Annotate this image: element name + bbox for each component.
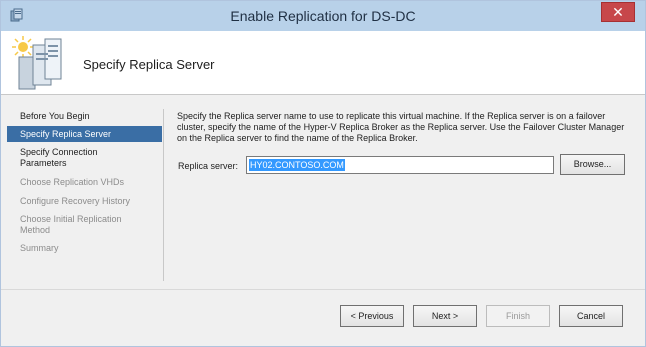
nav-item-summary: Summary: [20, 243, 59, 253]
window-title: Enable Replication for DS-DC: [230, 8, 416, 24]
wizard-header: Specify Replica Server: [1, 31, 645, 94]
header-divider: [1, 94, 645, 95]
nav-item-configure-recovery-history: Configure Recovery History: [20, 196, 131, 206]
next-button[interactable]: Next >: [413, 305, 477, 327]
replica-server-value: HY02.CONTOSO.COM: [249, 159, 345, 171]
replica-server-label: Replica server:: [178, 161, 239, 171]
nav-item-before-you-begin[interactable]: Before You Begin: [7, 111, 162, 122]
page-title: Specify Replica Server: [83, 57, 215, 72]
wizard-steps-nav: Before You Begin Specify Replica Server …: [7, 109, 164, 281]
replica-server-input[interactable]: HY02.CONTOSO.COM: [246, 156, 554, 174]
nav-item-choose-replication-vhds: Choose Replication VHDs: [20, 177, 125, 187]
server-wizard-icon: [9, 33, 67, 91]
close-icon: ✕: [612, 4, 624, 20]
nav-item-specify-connection-parameters[interactable]: Specify Connection Parameters: [7, 147, 117, 169]
wizard-window: Enable Replication for DS-DC ✕ Specify R…: [0, 0, 646, 347]
step-description: Specify the Replica server name to use t…: [177, 111, 625, 143]
nav-item-choose-initial-replication-method: Choose Initial Replication Method: [20, 214, 122, 235]
footer-divider: [1, 289, 645, 290]
nav-item-specify-replica-server[interactable]: Specify Replica Server: [7, 126, 162, 142]
browse-button[interactable]: Browse...: [560, 154, 625, 175]
finish-button: Finish: [486, 305, 550, 327]
title-bar[interactable]: Enable Replication for DS-DC ✕: [1, 1, 645, 31]
previous-button[interactable]: < Previous: [340, 305, 404, 327]
close-button[interactable]: ✕: [601, 2, 635, 22]
cancel-button[interactable]: Cancel: [559, 305, 623, 327]
